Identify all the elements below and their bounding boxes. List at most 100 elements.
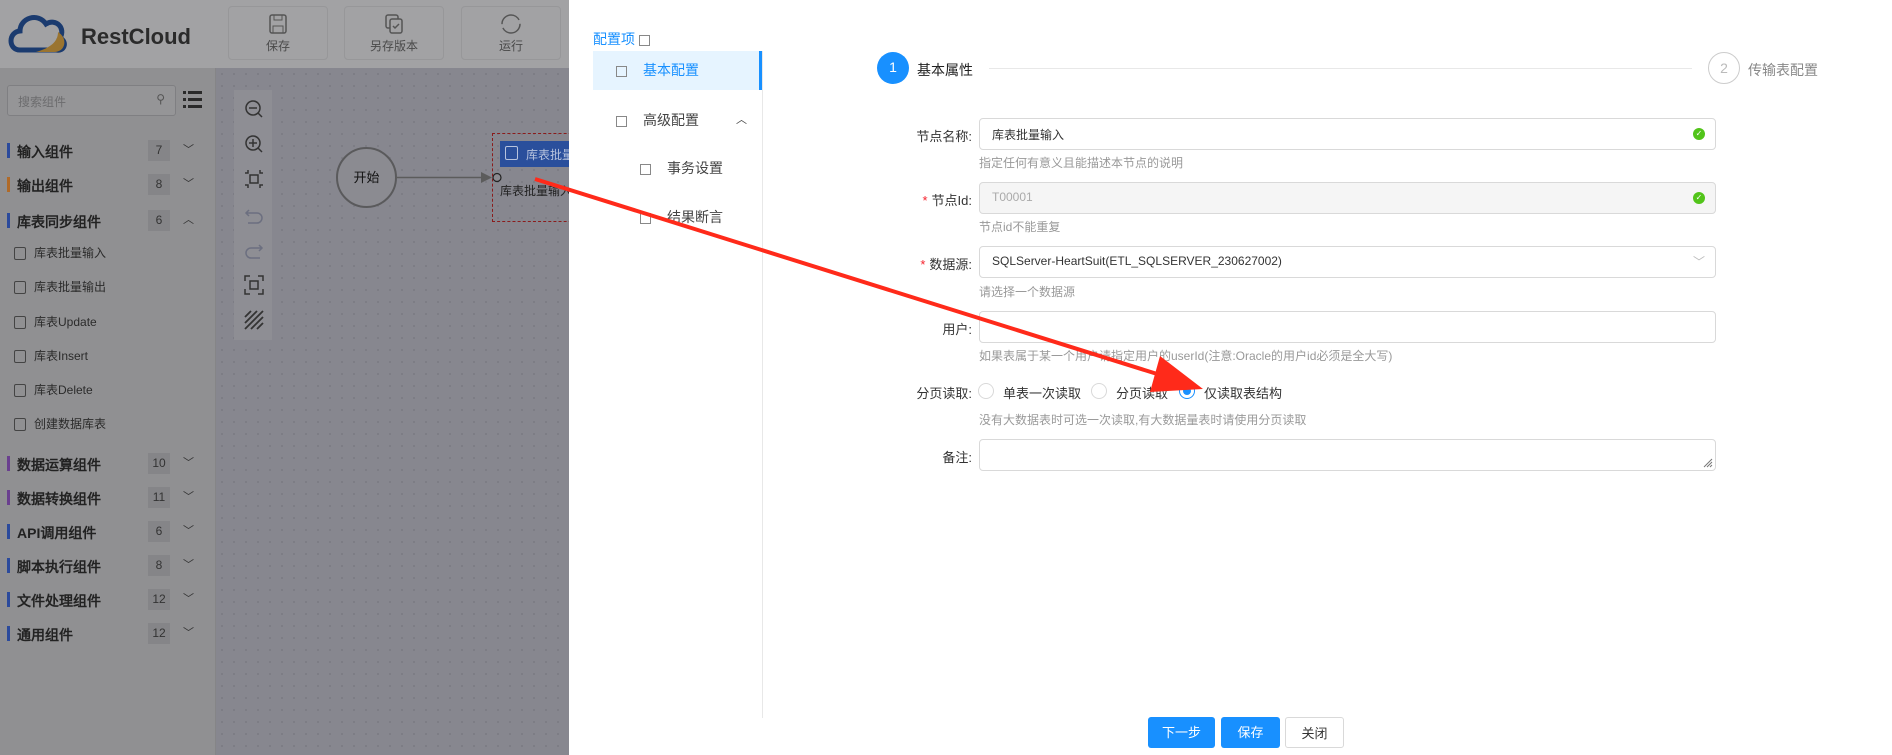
datasource-label-text: 数据源:	[929, 257, 972, 272]
close-button[interactable]: 关闭	[1285, 717, 1344, 748]
component-group[interactable]: 脚本执行组件 8 ﹀	[0, 554, 216, 578]
chevron-down-icon: ﹀	[1692, 255, 1705, 269]
panel-divider	[762, 51, 763, 718]
component-item-label: 创建数据库表	[34, 417, 107, 431]
chevron-down-icon[interactable]: ﹀	[183, 522, 194, 538]
step-connector	[989, 68, 1692, 69]
redo-icon[interactable]	[243, 240, 265, 262]
canvas-toolbar	[234, 90, 272, 340]
component-item[interactable]: 库表Update	[14, 313, 97, 335]
config-title: 配置项	[593, 29, 650, 49]
search-icon: ⚲	[156, 92, 165, 106]
node-body-label: 库表批量输入	[500, 184, 573, 198]
component-group[interactable]: 库表同步组件 6 ︿	[0, 209, 216, 233]
save-version-button[interactable]: 另存版本	[344, 6, 444, 60]
remark-textarea[interactable]	[979, 439, 1716, 471]
component-item[interactable]: 库表Insert	[14, 347, 88, 369]
resize-handle-icon[interactable]	[1703, 458, 1713, 468]
app-header: RestCloud 保存 另存版本 运行	[0, 0, 569, 68]
radio-paged-read-label[interactable]: 分页读取	[1116, 383, 1168, 402]
group-count-badge: 12	[148, 589, 170, 610]
edge-connector	[396, 172, 502, 183]
component-group[interactable]: 文件处理组件 12 ﹀	[0, 588, 216, 612]
table-component-icon	[14, 418, 26, 432]
datasource-select[interactable]: SQLServer-HeartSuit(ETL_SQLSERVER_230627…	[979, 246, 1716, 278]
paging-hint: 没有大数据表时可选一次读取,有大数据量表时请使用分页读取	[979, 413, 1307, 427]
component-item[interactable]: 库表批量输出	[14, 278, 106, 300]
start-node[interactable]: 开始	[336, 147, 397, 208]
component-item[interactable]: 创建数据库表	[14, 415, 106, 437]
restcloud-logo-icon	[8, 15, 67, 53]
zoom-in-icon[interactable]	[243, 133, 265, 155]
datasource-label: * 数据源:	[862, 254, 972, 273]
fullscreen-icon[interactable]	[243, 274, 265, 296]
menu-transaction-settings[interactable]: 事务设置	[593, 149, 762, 188]
component-group[interactable]: 输出组件 8 ﹀	[0, 173, 216, 197]
required-mark: *	[920, 257, 926, 272]
component-group[interactable]: API调用组件 6 ﹀	[0, 520, 216, 544]
datasource-hint: 请选择一个数据源	[979, 285, 1076, 299]
menu-item-icon	[616, 65, 627, 77]
node-name-input[interactable]: 库表批量输入 ✓	[979, 118, 1716, 150]
group-label: 输出组件	[17, 178, 73, 194]
menu-result-assertion[interactable]: 结果断言	[593, 198, 762, 237]
radio-single-read-label[interactable]: 单表一次读取	[1003, 383, 1081, 402]
component-item-label: 库表批量输出	[34, 280, 107, 294]
table-component-icon	[14, 384, 26, 398]
node-id-input[interactable]: T00001 ✓	[979, 182, 1716, 214]
chevron-down-icon[interactable]: ﹀	[183, 141, 194, 157]
group-count-badge: 6	[148, 210, 170, 231]
component-group[interactable]: 输入组件 7 ﹀	[0, 139, 216, 163]
component-group[interactable]: 数据转换组件 11 ﹀	[0, 486, 216, 510]
fit-view-icon[interactable]	[243, 168, 265, 190]
component-item[interactable]: 库表Delete	[14, 381, 93, 403]
component-item[interactable]: 库表批量输入	[14, 244, 106, 266]
chevron-down-icon[interactable]: ﹀	[183, 488, 194, 504]
chevron-up-icon[interactable]: ︿	[183, 211, 194, 227]
radio-paged-read[interactable]	[1091, 383, 1107, 399]
component-sidebar	[0, 68, 216, 755]
required-mark: *	[922, 193, 928, 208]
chevron-down-icon[interactable]: ﹀	[183, 590, 194, 606]
component-group[interactable]: 通用组件 12 ﹀	[0, 622, 216, 646]
search-placeholder: 搜索组件	[18, 95, 67, 109]
menu-basic-label: 基本配置	[643, 62, 699, 78]
next-step-button[interactable]: 下一步	[1148, 717, 1215, 748]
node-id-label-text: 节点Id:	[931, 193, 972, 208]
component-item-label: 库表Delete	[34, 383, 93, 397]
run-label: 运行	[498, 39, 523, 53]
group-label: 数据运算组件	[17, 457, 101, 473]
save-button[interactable]: 保存	[1221, 717, 1280, 748]
grid-toggle-icon[interactable]	[243, 309, 265, 331]
user-label: 用户:	[942, 322, 972, 337]
config-title-text: 配置项	[593, 31, 635, 47]
user-hint: 如果表属于某一个用户请指定用户的userId(注意:Oracle的用户id必须是…	[979, 349, 1393, 363]
datasource-value: SQLServer-HeartSuit(ETL_SQLSERVER_230627…	[992, 254, 1282, 268]
group-label: 数据转换组件	[17, 491, 101, 507]
chevron-down-icon[interactable]: ﹀	[183, 624, 194, 640]
undo-icon[interactable]	[243, 205, 265, 227]
chevron-down-icon[interactable]: ﹀	[183, 556, 194, 572]
node-id-label: * 节点Id:	[862, 190, 972, 209]
list-view-icon[interactable]	[183, 89, 203, 109]
component-search-input[interactable]: 搜索组件 ⚲	[7, 85, 176, 116]
menu-item-icon	[616, 115, 627, 127]
group-count-badge: 10	[148, 453, 170, 474]
radio-single-read[interactable]	[978, 383, 994, 399]
user-input[interactable]	[979, 311, 1716, 343]
chevron-down-icon[interactable]: ﹀	[183, 454, 194, 470]
zoom-out-icon[interactable]	[243, 98, 265, 120]
save-toolbar-button[interactable]: 保存	[228, 6, 328, 60]
menu-advanced-config[interactable]: 高级配置 ︿	[593, 101, 762, 140]
menu-assert-label: 结果断言	[667, 209, 723, 225]
config-item-icon	[638, 34, 650, 46]
group-color-bar	[7, 592, 10, 607]
component-group[interactable]: 数据运算组件 10 ﹀	[0, 452, 216, 476]
radio-structure-only[interactable]	[1179, 383, 1195, 399]
chevron-down-icon[interactable]: ﹀	[183, 175, 194, 191]
run-button[interactable]: 运行	[461, 6, 561, 60]
component-item-label: 库表Insert	[34, 349, 89, 363]
menu-basic-config[interactable]: 基本配置	[593, 51, 762, 90]
node-name-value: 库表批量输入	[992, 128, 1065, 142]
radio-structure-only-label[interactable]: 仅读取表结构	[1204, 383, 1282, 402]
